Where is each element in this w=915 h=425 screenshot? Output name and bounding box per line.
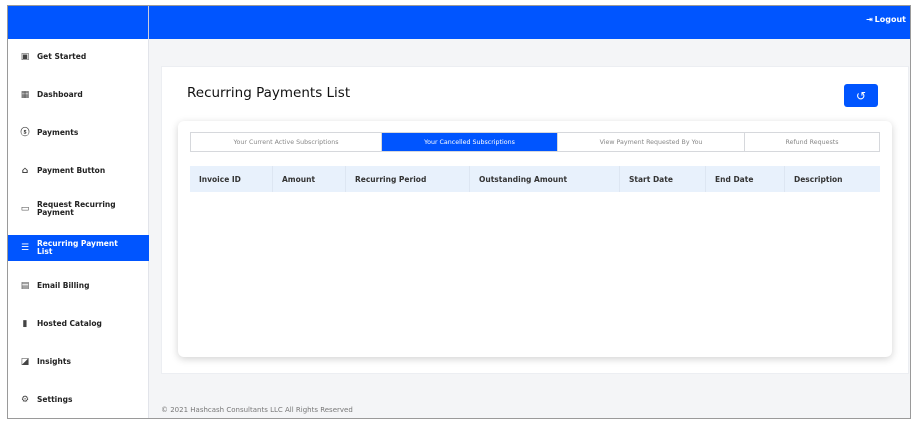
- list-icon: ☰: [20, 243, 30, 253]
- chart-icon: ◪: [20, 357, 30, 367]
- tab-active-subscriptions[interactable]: Your Current Active Subscriptions: [191, 133, 382, 151]
- footer: © 2021 Hashcash Consultants LLC All Righ…: [161, 406, 353, 414]
- sidebar-item-hosted-catalog[interactable]: ▮ Hosted Catalog: [8, 311, 149, 337]
- sidebar-item-insights[interactable]: ◪ Insights: [8, 349, 149, 375]
- sidebar-item-payment-button[interactable]: ⌂ Payment Button: [8, 158, 149, 184]
- logout-button[interactable]: ⇥ Logout: [866, 15, 906, 24]
- sidebar-item-request-recurring-payment[interactable]: ▭ Request Recurring Payment: [8, 196, 149, 222]
- sidebar-item-email-billing[interactable]: ▤ Email Billing: [8, 273, 149, 299]
- sidebar-item-settings[interactable]: ⚙ Settings: [8, 387, 149, 413]
- gear-icon: ⚙: [20, 395, 30, 405]
- sidebar-item-label: Hosted Catalog: [37, 319, 102, 328]
- column-invoice-id: Invoice ID: [190, 166, 273, 192]
- app-window: ⇥ Logout Recurring Payments List ↺ Your …: [7, 5, 911, 419]
- tab-refund-requests[interactable]: Refund Requests: [745, 133, 879, 151]
- sidebar-item-recurring-payment-list[interactable]: ☰ Recurring Payment List: [8, 235, 149, 261]
- sidebar-item-label: Request Recurring Payment: [37, 200, 116, 217]
- sidebar-item-dashboard[interactable]: ▦ Dashboard: [8, 82, 149, 108]
- page-title: Recurring Payments List: [187, 85, 351, 101]
- logout-icon: ⇥: [865, 15, 873, 24]
- dashboard-icon: ▦: [20, 90, 30, 100]
- tab-cancelled-subscriptions[interactable]: Your Cancelled Subscriptions: [382, 133, 558, 151]
- sidebar-item-get-started[interactable]: ▣ Get Started: [8, 44, 149, 70]
- sidebar-logo-area: [8, 6, 149, 39]
- logout-label: Logout: [874, 15, 906, 24]
- book-icon: ▮: [22, 319, 28, 329]
- sidebar-item-payments[interactable]: ⓢ Payments: [8, 120, 149, 146]
- list-card: Your Current Active Subscriptions Your C…: [178, 121, 892, 357]
- tab-payment-requested[interactable]: View Payment Requested By You: [558, 133, 745, 151]
- sidebar-item-label: Settings: [37, 395, 73, 404]
- refresh-icon: ↺: [855, 88, 867, 103]
- sidebar-item-label: Insights: [37, 357, 71, 366]
- column-start-date: Start Date: [620, 166, 706, 192]
- briefcase-check-icon: ▣: [20, 52, 30, 62]
- sidebar-item-label: Payment Button: [37, 166, 106, 175]
- sidebar-item-label: Recurring Payment List: [37, 239, 118, 256]
- bank-icon: ⌂: [21, 166, 29, 176]
- card-add-icon: ▭: [20, 204, 30, 214]
- document-icon: ▤: [20, 281, 30, 291]
- column-recurring-period: Recurring Period: [346, 166, 470, 192]
- sidebar-item-label: Email Billing: [37, 281, 90, 290]
- refresh-button[interactable]: ↺: [844, 84, 878, 107]
- tab-bar: Your Current Active Subscriptions Your C…: [190, 132, 880, 152]
- dollar-circle-icon: ⓢ: [20, 128, 30, 138]
- table-header: Invoice ID Amount Recurring Period Outst…: [190, 166, 880, 192]
- column-amount: Amount: [273, 166, 346, 192]
- sidebar-item-label: Get Started: [37, 52, 87, 61]
- column-end-date: End Date: [706, 166, 785, 192]
- column-description: Description: [794, 174, 843, 184]
- content-panel: Recurring Payments List ↺ Your Current A…: [161, 66, 909, 374]
- column-outstanding-amount: Outstanding Amount: [470, 166, 620, 192]
- sidebar-item-label: Payments: [37, 128, 79, 137]
- sidebar-item-label: Dashboard: [37, 90, 83, 99]
